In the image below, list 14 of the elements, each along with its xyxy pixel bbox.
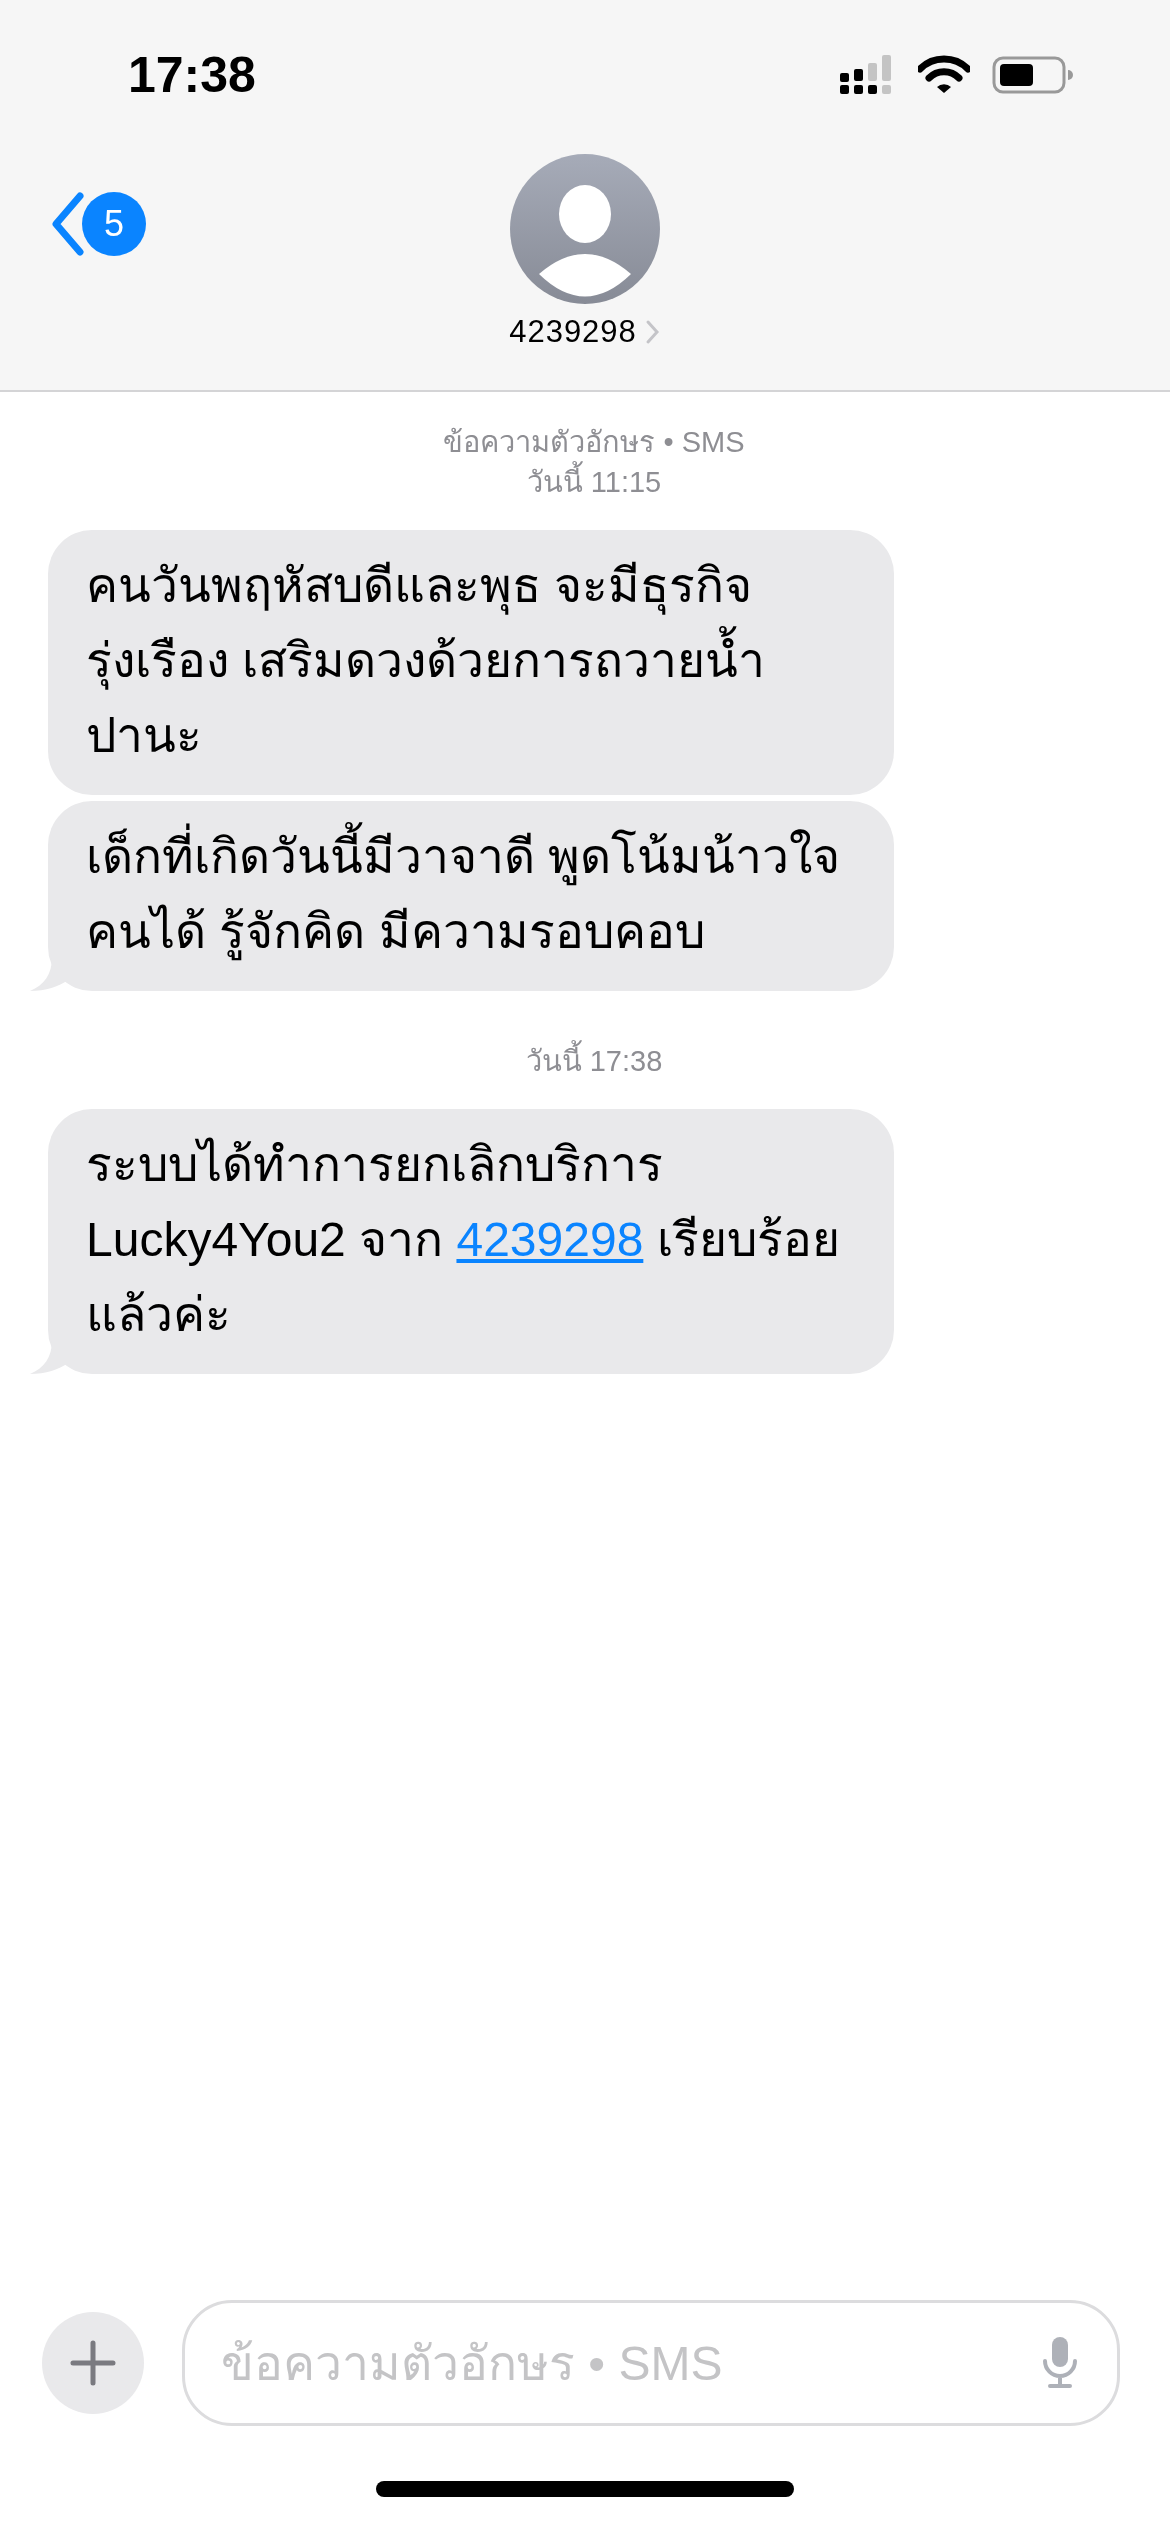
chevron-icon[interactable] xyxy=(50,192,86,256)
message-field[interactable]: ข้อความตัวอักษร • SMS xyxy=(182,2300,1120,2426)
status-time: 17:38 xyxy=(128,46,256,104)
service-label: ข้อความตัวอักษร • SMS xyxy=(443,425,745,460)
avatar-icon[interactable] xyxy=(510,154,660,304)
timestamp: วันนี้ 11:15 xyxy=(526,462,662,502)
phone-link[interactable]: 4239298 xyxy=(456,1213,644,1266)
wifi-icon xyxy=(918,55,970,95)
battery-icon xyxy=(992,55,1074,95)
timestamp: วันนี้ 17:38 xyxy=(525,1041,663,1081)
contact-name[interactable]: 4239298 xyxy=(509,314,661,350)
plus-icon[interactable] xyxy=(68,2338,118,2388)
microphone-icon[interactable] xyxy=(1040,2335,1080,2391)
message-bubble: คนวันพฤหัสบดีและพุธ จะมีธุรกิจรุ่งเรือง เสริมดวงด้วยการถวายน้ำปานะ xyxy=(48,530,894,795)
